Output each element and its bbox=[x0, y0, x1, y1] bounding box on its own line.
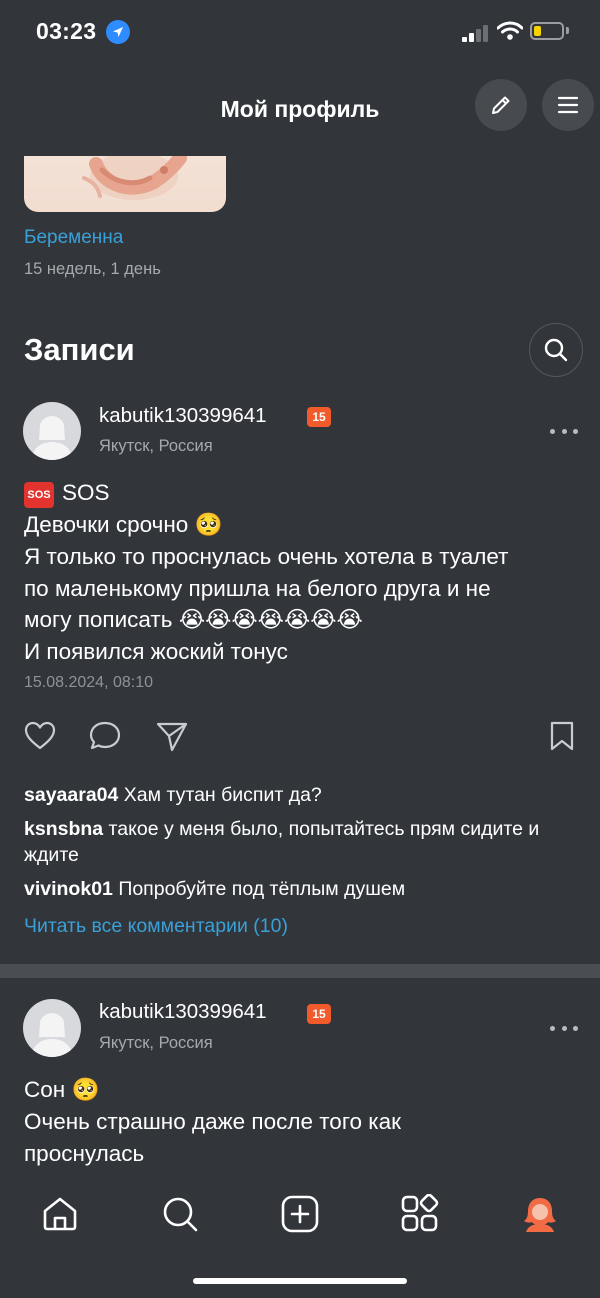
tab-search[interactable] bbox=[160, 1194, 200, 1234]
post-text-line: И появился жоский тонус bbox=[24, 639, 288, 664]
post-text-line: Сон 🥺 bbox=[24, 1077, 100, 1102]
comment-text: Хам тутан биспит да? bbox=[123, 784, 322, 806]
pregnancy-week-badge: 15 bbox=[307, 1004, 331, 1024]
comment-text: Попробуйте под тёплым душем bbox=[118, 878, 406, 900]
tab-profile[interactable] bbox=[520, 1194, 560, 1234]
comment-button[interactable] bbox=[88, 719, 122, 753]
post-author-location: Якутск, Россия bbox=[99, 1034, 213, 1052]
share-button[interactable] bbox=[155, 719, 189, 753]
post-more-button[interactable] bbox=[550, 426, 578, 436]
search-icon bbox=[544, 338, 568, 362]
post-text: SOS bbox=[62, 480, 110, 505]
bookmark-icon bbox=[550, 721, 574, 751]
post-author-avatar[interactable] bbox=[23, 999, 81, 1057]
comment-icon bbox=[89, 721, 121, 750]
tab-services[interactable] bbox=[400, 1193, 440, 1234]
search-icon bbox=[163, 1197, 198, 1232]
post-divider bbox=[0, 964, 600, 978]
battery-icon bbox=[530, 22, 564, 40]
profile-icon bbox=[524, 1198, 556, 1232]
read-all-comments-link[interactable]: Читать все комментарии (10) bbox=[24, 915, 288, 938]
comment-item[interactable]: sayaara04 Хам тутан биспит да? bbox=[24, 782, 584, 808]
status-time: 03:23 bbox=[36, 18, 97, 44]
pregnancy-term: 15 недель, 1 день bbox=[24, 260, 161, 278]
like-button[interactable] bbox=[23, 719, 57, 753]
bookmark-button[interactable] bbox=[545, 719, 579, 753]
posts-search-button[interactable] bbox=[529, 323, 583, 377]
home-indicator bbox=[193, 1278, 407, 1284]
cellular-signal-icon bbox=[462, 24, 490, 42]
post-text-line: по маленькому пришла на белого друга и н… bbox=[24, 576, 491, 601]
share-icon bbox=[156, 722, 188, 752]
home-icon bbox=[43, 1197, 77, 1231]
edit-profile-button[interactable] bbox=[475, 79, 527, 131]
sos-icon: SOS bbox=[24, 482, 54, 508]
tab-home[interactable] bbox=[40, 1194, 80, 1234]
battery-tip bbox=[566, 27, 569, 34]
post-text-line: проснулась bbox=[24, 1141, 145, 1166]
comment-author[interactable]: ksnsbna bbox=[24, 818, 103, 840]
comment-item[interactable]: ksnsbna такое у меня было, попытайтесь п… bbox=[24, 816, 584, 868]
comment-item[interactable]: vivinok01 Попробуйте под тёплым душем bbox=[24, 876, 584, 902]
post-more-button[interactable] bbox=[550, 1023, 578, 1033]
heart-icon bbox=[24, 721, 56, 750]
pregnancy-week-badge: 15 bbox=[307, 407, 331, 427]
post-author-name[interactable]: kabutik130399641 bbox=[99, 404, 267, 428]
location-arrow-icon bbox=[106, 20, 130, 44]
post-author-avatar[interactable] bbox=[23, 402, 81, 460]
post-timestamp: 15.08.2024, 08:10 bbox=[24, 674, 154, 691]
post-author-location: Якутск, Россия bbox=[99, 437, 213, 455]
add-icon bbox=[281, 1195, 319, 1233]
pencil-icon bbox=[492, 96, 510, 114]
post-text-line: Я только то проснулась очень хотела в ту… bbox=[24, 544, 509, 569]
comment-author[interactable]: vivinok01 bbox=[24, 878, 113, 900]
wifi-icon bbox=[496, 21, 524, 41]
pregnancy-status-link[interactable]: Беременна bbox=[24, 227, 123, 249]
tab-create[interactable] bbox=[280, 1194, 320, 1234]
pregnancy-embryo-image[interactable] bbox=[24, 156, 226, 212]
post-author-name[interactable]: kabutik130399641 bbox=[99, 1000, 267, 1024]
post-text-line: Очень страшно даже после того как bbox=[24, 1109, 401, 1134]
comment-author[interactable]: sayaara04 bbox=[24, 784, 118, 806]
menu-icon bbox=[557, 96, 579, 114]
services-icon bbox=[401, 1193, 439, 1232]
post-text-line: SOS SOS bbox=[24, 480, 110, 508]
post-text-line: могу пописать 😭😭😭😭😭😭😭 bbox=[24, 607, 363, 632]
post-text-line: Девочки срочно 🥺 bbox=[24, 512, 223, 537]
menu-button[interactable] bbox=[542, 79, 594, 131]
section-title: Записи bbox=[24, 332, 135, 367]
